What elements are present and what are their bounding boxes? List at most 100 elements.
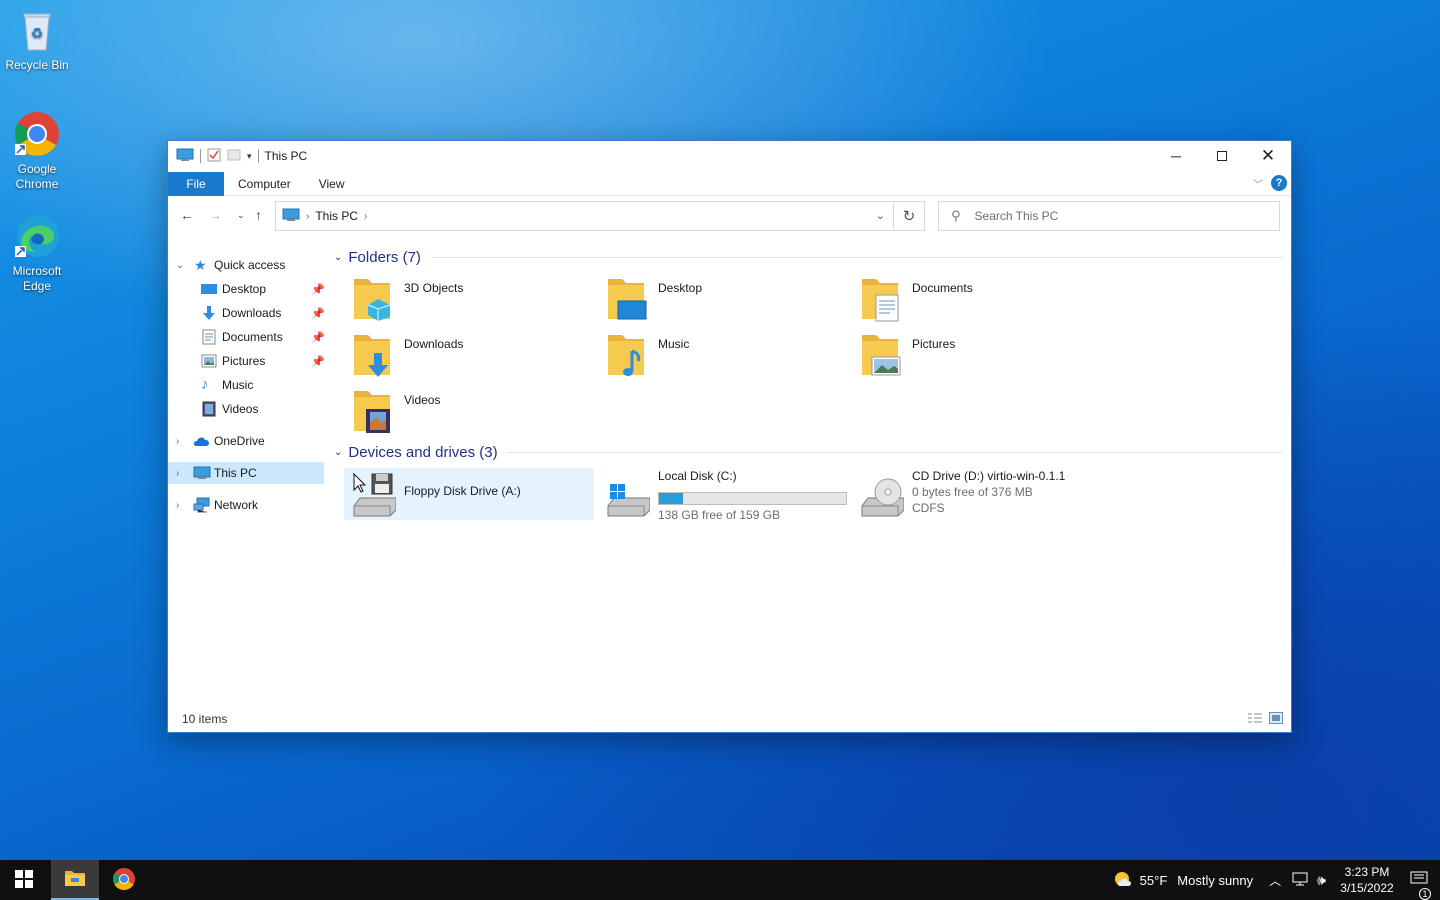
- properties-icon[interactable]: [207, 148, 221, 165]
- nav-item-label: Quick access: [214, 258, 286, 272]
- forward-arrow-icon[interactable]: →: [208, 207, 222, 223]
- window-title: This PC: [264, 149, 308, 163]
- start-button[interactable]: [0, 860, 48, 900]
- expand-ribbon-icon[interactable]: ﹀: [1253, 176, 1263, 191]
- status-bar: 10 items: [168, 706, 1291, 732]
- folder-tile-documents[interactable]: Documents: [852, 273, 1102, 325]
- desktop-icon-chrome[interactable]: Google Chrome: [2, 110, 72, 192]
- nav-item-desktop[interactable]: Desktop 📌: [168, 278, 325, 300]
- network-status-icon[interactable]: [1291, 871, 1309, 890]
- chevron-right-icon[interactable]: ›: [176, 500, 179, 511]
- folder-tile-pictures[interactable]: Pictures: [852, 329, 1102, 381]
- action-center-button[interactable]: 1: [1398, 871, 1440, 900]
- back-arrow-icon[interactable]: ←: [180, 207, 194, 223]
- floppy-drive-icon: [352, 470, 397, 518]
- drive-tile-local-disk-c[interactable]: Local Disk (C:) 138 GB free of 159 GB: [598, 468, 848, 522]
- breadcrumb-separator-icon[interactable]: ›: [364, 211, 367, 222]
- nav-item-pictures[interactable]: Pictures 📌: [168, 350, 325, 372]
- nav-item-label: Desktop: [222, 282, 267, 296]
- breadcrumb-this-pc[interactable]: This PC: [315, 209, 358, 223]
- pin-icon[interactable]: 📌: [311, 283, 325, 296]
- drive-usage-bar: [658, 492, 847, 505]
- clock[interactable]: 3:23 PM 3/15/2022: [1336, 864, 1398, 896]
- chrome-icon: [112, 867, 136, 894]
- pin-icon[interactable]: 📌: [311, 331, 325, 344]
- nav-item-network[interactable]: › Network: [168, 494, 324, 516]
- chevron-right-icon[interactable]: ›: [176, 468, 179, 479]
- weather-description: Mostly sunny: [1177, 872, 1254, 888]
- documents-icon: [201, 329, 217, 345]
- group-header-folders[interactable]: ⌄ Folders (7): [334, 247, 1284, 267]
- tab-file[interactable]: File: [168, 171, 224, 196]
- nav-item-quick-access[interactable]: ⌄ ★ Quick access: [168, 254, 324, 276]
- folder-tile-desktop[interactable]: Desktop: [598, 273, 848, 325]
- chevron-down-icon[interactable]: ⌄: [334, 447, 342, 458]
- close-button[interactable]: ✕: [1245, 141, 1291, 171]
- nav-item-label: Pictures: [222, 354, 266, 368]
- minimize-button[interactable]: ─: [1153, 141, 1199, 171]
- up-arrow-icon[interactable]: ↑: [255, 207, 262, 223]
- nav-item-this-pc[interactable]: › This PC: [168, 462, 324, 484]
- onedrive-cloud-icon: [193, 433, 209, 449]
- tab-view[interactable]: View: [305, 177, 359, 191]
- group-header-devices[interactable]: ⌄ Devices and drives (3): [334, 442, 1284, 462]
- weather-widget[interactable]: 55°F Mostly sunny: [1112, 869, 1253, 892]
- file-explorer-window: ▾ This PC ─ ✕ File Computer View ﹀ ? ← →…: [167, 140, 1292, 733]
- group-divider: [508, 452, 1282, 453]
- recent-locations-icon[interactable]: ⌄: [237, 210, 245, 221]
- chevron-right-icon[interactable]: ›: [176, 436, 179, 447]
- nav-item-music[interactable]: ♪ Music: [168, 374, 324, 396]
- search-input[interactable]: [974, 209, 1255, 223]
- folder-tile-music[interactable]: Music: [598, 329, 848, 381]
- refresh-button[interactable]: ↻: [894, 201, 925, 231]
- help-icon[interactable]: ?: [1271, 175, 1287, 191]
- nav-item-videos[interactable]: Videos: [168, 398, 324, 420]
- nav-item-downloads[interactable]: Downloads 📌: [168, 302, 325, 324]
- chevron-down-icon[interactable]: ⌄: [334, 252, 342, 263]
- videos-folder-icon: [352, 387, 396, 435]
- folder-tile-videos[interactable]: Videos: [344, 385, 594, 437]
- chevron-down-icon[interactable]: ⌄: [176, 260, 184, 271]
- refresh-icon: ↻: [902, 208, 916, 225]
- show-hidden-icons-icon[interactable]: ︿: [1269, 872, 1281, 889]
- star-icon: ★: [194, 257, 207, 273]
- customize-qat-icon[interactable]: ▾: [247, 151, 252, 162]
- folder-label: Videos: [404, 393, 441, 407]
- desktop-icon-edge[interactable]: Microsoft Edge: [2, 212, 72, 294]
- folder-tile-3d-objects[interactable]: 3D Objects: [344, 273, 594, 325]
- breadcrumb-separator-icon[interactable]: ›: [306, 211, 309, 222]
- nav-item-onedrive[interactable]: › OneDrive: [168, 430, 324, 452]
- volume-icon[interactable]: 🕪: [1317, 872, 1326, 889]
- taskbar: 55°F Mostly sunny ︿ 🕪 3:23 PM 3/15/2022 …: [0, 860, 1440, 900]
- local-disk-icon: [606, 470, 651, 518]
- maximize-button[interactable]: [1199, 141, 1245, 171]
- sun-cloud-icon: [1112, 869, 1134, 892]
- videos-icon: [201, 401, 217, 417]
- documents-folder-icon: [860, 275, 904, 323]
- search-box[interactable]: ⚲: [938, 201, 1280, 231]
- folder-label: Pictures: [912, 337, 956, 351]
- details-view-icon[interactable]: [1247, 712, 1263, 727]
- pin-icon[interactable]: 📌: [311, 307, 325, 320]
- nav-item-documents[interactable]: Documents 📌: [168, 326, 325, 348]
- taskbar-chrome[interactable]: [100, 860, 148, 900]
- new-folder-icon[interactable]: [227, 148, 241, 165]
- pin-icon[interactable]: 📌: [311, 355, 325, 368]
- folder-label: Music: [658, 337, 690, 351]
- address-bar[interactable]: › This PC › ⌄: [275, 201, 894, 231]
- drive-usage-fill: [659, 493, 684, 504]
- title-bar[interactable]: ▾ This PC ─ ✕: [168, 141, 1291, 171]
- nav-item-label: Videos: [222, 402, 259, 416]
- tab-computer[interactable]: Computer: [224, 177, 305, 191]
- folder-tile-downloads[interactable]: Downloads: [344, 329, 594, 381]
- pictures-icon: [201, 353, 217, 369]
- large-icons-view-icon[interactable]: [1269, 712, 1283, 727]
- taskbar-file-explorer[interactable]: [51, 860, 99, 900]
- address-dropdown-icon[interactable]: ⌄: [876, 209, 885, 222]
- navigation-bar: ← → ⌄ ↑ › This PC › ⌄ ↻ ⚲: [168, 199, 1291, 233]
- nav-item-label: This PC: [214, 466, 257, 480]
- desktop-icon-recycle-bin[interactable]: ♻ Recycle Bin: [2, 6, 72, 73]
- folder-label: 3D Objects: [404, 281, 464, 295]
- drive-tile-floppy[interactable]: Floppy Disk Drive (A:): [344, 468, 594, 520]
- drive-tile-cd-drive-d[interactable]: CD Drive (D:) virtio-win-0.1.1 0 bytes f…: [852, 468, 1102, 520]
